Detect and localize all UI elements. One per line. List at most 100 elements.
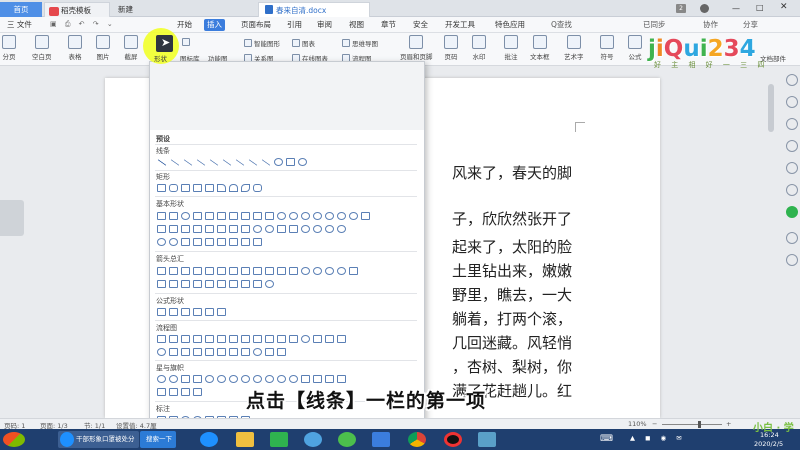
scrollbar-thumb[interactable] — [768, 84, 774, 132]
hexagon-shape[interactable] — [265, 212, 274, 220]
manual-input-shape[interactable] — [277, 335, 286, 343]
formula-button[interactable]: 公式 — [628, 35, 642, 61]
stored-data-shape[interactable] — [217, 348, 226, 356]
curve-shape[interactable] — [274, 158, 283, 166]
shape-button[interactable]: ➤ — [156, 35, 173, 52]
round2-rect-shape[interactable] — [229, 184, 238, 192]
left-up-arrow-shape[interactable] — [277, 267, 286, 275]
wordart-button[interactable]: 艺术字 — [564, 35, 584, 61]
diagonal-stripe-shape[interactable] — [181, 225, 190, 233]
elbow-arrow-shape[interactable] — [209, 159, 219, 166]
circular-arrow-shape[interactable] — [265, 280, 274, 288]
summing-junction-shape[interactable] — [157, 348, 166, 356]
terminator-shape[interactable] — [253, 335, 262, 343]
curved-connector-shape[interactable] — [235, 159, 245, 166]
menu-insert[interactable]: 插入 — [204, 19, 225, 31]
curved-down-ribbon-shape[interactable] — [337, 375, 346, 383]
taskbar-app-icon[interactable] — [478, 432, 496, 447]
double-arrow-line-shape[interactable] — [183, 159, 193, 166]
left-right-up-arrow-shape[interactable] — [241, 267, 250, 275]
alternate-process-shape[interactable] — [169, 335, 178, 343]
down-ribbon-shape[interactable] — [313, 375, 322, 383]
taskbar-folder-icon[interactable] — [236, 432, 254, 447]
zoom-slider-thumb[interactable] — [698, 421, 701, 428]
chevron-shape[interactable] — [181, 280, 190, 288]
rounded-rect-shape[interactable] — [169, 184, 178, 192]
delay-shape[interactable] — [229, 348, 238, 356]
diamond-shape[interactable] — [241, 212, 250, 220]
collate-shape[interactable] — [169, 348, 178, 356]
taskbar-record-icon[interactable] — [444, 432, 462, 447]
menu-references[interactable]: 引用 — [284, 19, 305, 31]
cloud-shape[interactable] — [169, 238, 178, 246]
folded-corner-shape[interactable] — [289, 225, 298, 233]
triangle-shape[interactable] — [193, 212, 202, 220]
keyboard-icon[interactable]: ⌨ — [600, 434, 613, 444]
predefined-process-shape[interactable] — [205, 335, 214, 343]
double-brace-shape[interactable] — [205, 238, 214, 246]
right-bracket-shape[interactable] — [229, 238, 238, 246]
straight-line-shape[interactable] — [157, 159, 167, 166]
notched-arrow-shape[interactable] — [157, 280, 166, 288]
right-brace-shape[interactable] — [253, 238, 262, 246]
star16-shape[interactable] — [265, 375, 274, 383]
decagon-shape[interactable] — [301, 212, 310, 220]
up-ribbon-shape[interactable] — [301, 375, 310, 383]
double-bracket-shape[interactable] — [193, 238, 202, 246]
extract-shape[interactable] — [193, 348, 202, 356]
textbox-button[interactable]: 文本框 — [530, 35, 550, 61]
mind-map-button[interactable]: 思维导图 — [342, 38, 378, 48]
decision-shape[interactable] — [181, 335, 190, 343]
divide-shape[interactable] — [193, 308, 202, 316]
tray-icons[interactable]: ▲ ◼ ◉ ✉ — [630, 434, 686, 442]
side-tool-7-icon[interactable] — [786, 206, 798, 218]
taskbar-wps-icon[interactable] — [372, 432, 390, 447]
menu-section[interactable]: 章节 — [378, 19, 399, 31]
multidocument-shape[interactable] — [241, 335, 250, 343]
offpage-connector-shape[interactable] — [313, 335, 322, 343]
quick-access-icons[interactable]: ▣ ⎙ ↶ ↷ ⌄ — [50, 20, 116, 29]
pentagon-shape[interactable] — [253, 212, 262, 220]
down-arrow-shape[interactable] — [193, 267, 202, 275]
round4-rect-shape[interactable] — [253, 184, 262, 192]
frame-shape[interactable] — [361, 212, 370, 220]
taskbar-ie-icon[interactable] — [200, 432, 218, 447]
minimize-icon[interactable]: — — [732, 4, 740, 13]
side-tool-6-icon[interactable] — [786, 184, 798, 196]
smart-graphic-button[interactable]: 智能图形 — [244, 38, 280, 48]
share-button[interactable]: 分享 — [740, 19, 761, 31]
smiley-shape[interactable] — [301, 225, 310, 233]
right-callout-arrow-shape[interactable] — [193, 280, 202, 288]
icon-library-button[interactable] — [182, 38, 192, 47]
screenshot-button[interactable]: 截屏 — [124, 35, 138, 61]
zoom-level[interactable]: 110% — [628, 420, 647, 428]
block-arc-shape[interactable] — [277, 225, 286, 233]
bent-arrow-shape[interactable] — [253, 267, 262, 275]
heart-shape[interactable] — [313, 225, 322, 233]
double-wave-shape[interactable] — [193, 388, 202, 396]
star5-shape[interactable] — [193, 375, 202, 383]
no-symbol-shape[interactable] — [265, 225, 274, 233]
pentagon-arrow-shape[interactable] — [169, 280, 178, 288]
side-tool-9-icon[interactable] — [786, 254, 798, 266]
up-arrow-shape[interactable] — [181, 267, 190, 275]
tab-home[interactable]: 首页 — [0, 2, 42, 17]
left-arrow-shape[interactable] — [169, 267, 178, 275]
side-tool-1-icon[interactable] — [786, 74, 798, 86]
elbow-connector-shape[interactable] — [196, 159, 206, 166]
parallelogram-shape[interactable] — [217, 212, 226, 220]
merge-shape[interactable] — [205, 348, 214, 356]
preparation-shape[interactable] — [265, 335, 274, 343]
can-shape[interactable] — [217, 225, 226, 233]
snip-rect-shape[interactable] — [181, 184, 190, 192]
bevel-shape[interactable] — [241, 225, 250, 233]
arc-shape[interactable] — [181, 238, 190, 246]
horizontal-scroll-shape[interactable] — [169, 388, 178, 396]
octagon-shape[interactable] — [289, 212, 298, 220]
plaque-shape[interactable] — [205, 225, 214, 233]
scribble-shape[interactable] — [298, 158, 307, 166]
punched-tape-shape[interactable] — [337, 335, 346, 343]
striped-right-arrow-shape[interactable] — [349, 267, 358, 275]
cube-shape[interactable] — [229, 225, 238, 233]
shapes-dropdown[interactable]: 预设 线条 矩形 基本形状 箭头总汇 公式形状 流程图 星与旗帜 标注 — [149, 61, 425, 427]
